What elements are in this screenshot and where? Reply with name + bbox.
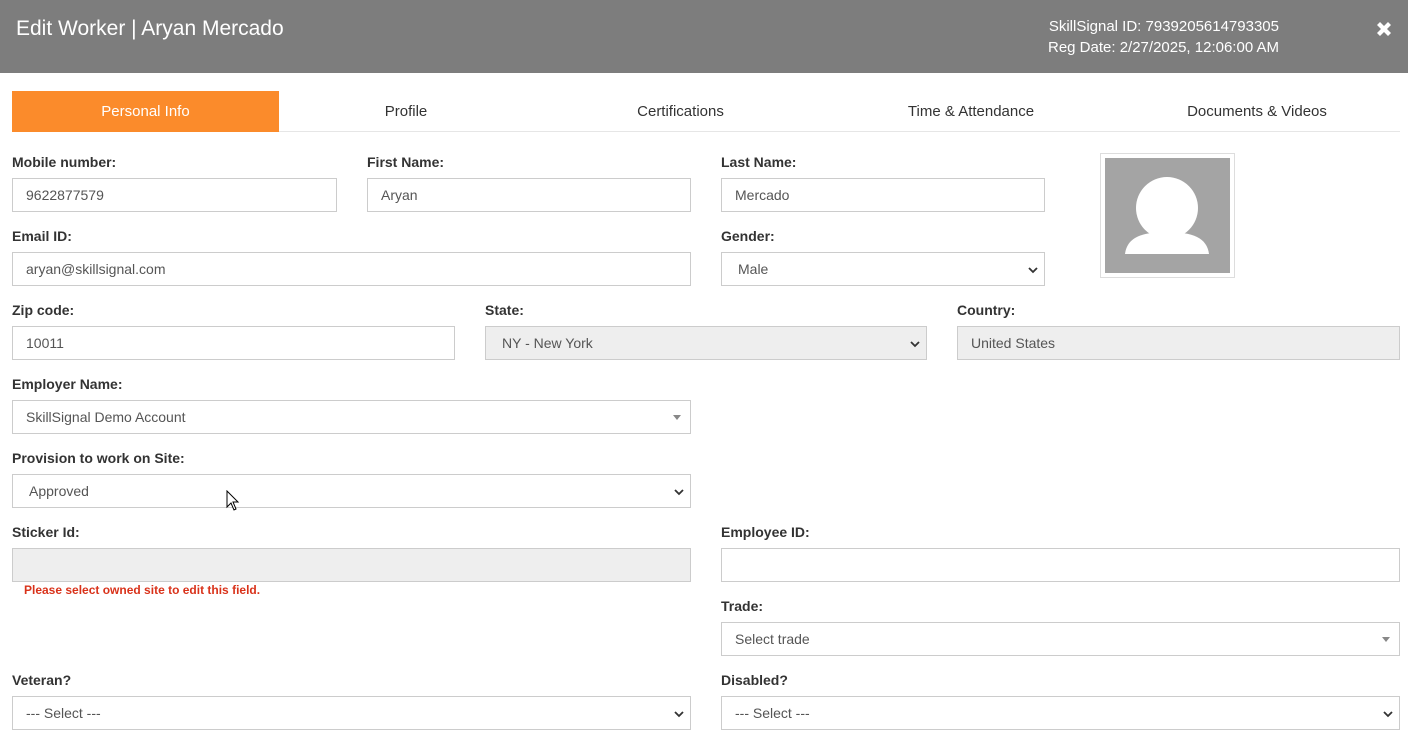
avatar[interactable]: [1100, 153, 1235, 278]
gender-select[interactable]: Male: [721, 252, 1045, 286]
skillsignal-id: SkillSignal ID: 7939205614793305: [1048, 18, 1279, 35]
mobile-input[interactable]: 9622877579: [12, 178, 337, 212]
chevron-down-icon: [1383, 711, 1393, 718]
mobile-label: Mobile number:: [12, 154, 117, 170]
disabled-value: --- Select ---: [735, 705, 810, 721]
trade-label: Trade:: [721, 598, 764, 614]
modal-title: Edit Worker | Aryan Mercado: [16, 17, 284, 40]
employee-id-label: Employee ID:: [721, 524, 810, 540]
chevron-down-icon: [1028, 267, 1038, 274]
first-name-label: First Name:: [367, 154, 445, 170]
chevron-down-icon: [674, 489, 684, 496]
close-icon[interactable]: [1374, 19, 1394, 39]
state-value: NY - New York: [502, 335, 593, 351]
state-label: State:: [485, 302, 524, 318]
gender-value: Male: [738, 261, 769, 277]
veteran-select[interactable]: --- Select ---: [12, 696, 691, 730]
tab-personal-info[interactable]: Personal Info: [12, 91, 279, 132]
employer-label: Employer Name:: [12, 376, 123, 392]
email-label: Email ID:: [12, 228, 72, 244]
veteran-label: Veteran?: [12, 672, 72, 688]
sticker-label: Sticker Id:: [12, 524, 80, 540]
modal-header: Edit Worker | Aryan Mercado SkillSignal …: [0, 0, 1408, 73]
provision-select[interactable]: Approved: [12, 474, 691, 508]
employee-id-input[interactable]: [721, 548, 1400, 582]
worker-meta: SkillSignal ID: 7939205614793305 Reg Dat…: [1048, 16, 1279, 58]
chevron-down-icon: [910, 341, 920, 348]
reg-date: Reg Date: 2/27/2025, 12:06:00 AM: [1048, 39, 1279, 56]
caret-down-icon: [673, 415, 681, 420]
tab-bar: Personal Info Profile Certifications Tim…: [12, 91, 1400, 132]
state-select[interactable]: NY - New York: [485, 326, 927, 360]
sticker-error: Please select owned site to edit this fi…: [24, 583, 261, 597]
provision-label: Provision to work on Site:: [12, 450, 185, 466]
disabled-select[interactable]: --- Select ---: [721, 696, 1400, 730]
tab-profile[interactable]: Profile: [279, 91, 533, 132]
chevron-down-icon: [674, 711, 684, 718]
sticker-input: [12, 548, 691, 582]
zip-input[interactable]: 10011: [12, 326, 455, 360]
caret-down-icon: [1382, 637, 1390, 642]
last-name-input[interactable]: Mercado: [721, 178, 1045, 212]
disabled-label: Disabled?: [721, 672, 788, 688]
employer-value: SkillSignal Demo Account: [26, 409, 186, 425]
trade-select[interactable]: Select trade: [721, 622, 1400, 656]
veteran-value: --- Select ---: [26, 705, 101, 721]
email-input[interactable]: aryan@skillsignal.com: [12, 252, 691, 286]
country-label: Country:: [957, 302, 1016, 318]
first-name-input[interactable]: Aryan: [367, 178, 691, 212]
provision-value: Approved: [29, 483, 89, 499]
tab-certifications[interactable]: Certifications: [533, 91, 828, 132]
zip-label: Zip code:: [12, 302, 75, 318]
tab-time-attendance[interactable]: Time & Attendance: [828, 91, 1114, 132]
mouse-pointer-icon: [226, 490, 240, 511]
trade-value: Select trade: [735, 631, 810, 647]
last-name-label: Last Name:: [721, 154, 797, 170]
employer-select[interactable]: SkillSignal Demo Account: [12, 400, 691, 434]
country-input: United States: [957, 326, 1400, 360]
tab-documents-videos[interactable]: Documents & Videos: [1114, 91, 1400, 132]
gender-label: Gender:: [721, 228, 775, 244]
user-placeholder-icon: [1125, 177, 1209, 254]
